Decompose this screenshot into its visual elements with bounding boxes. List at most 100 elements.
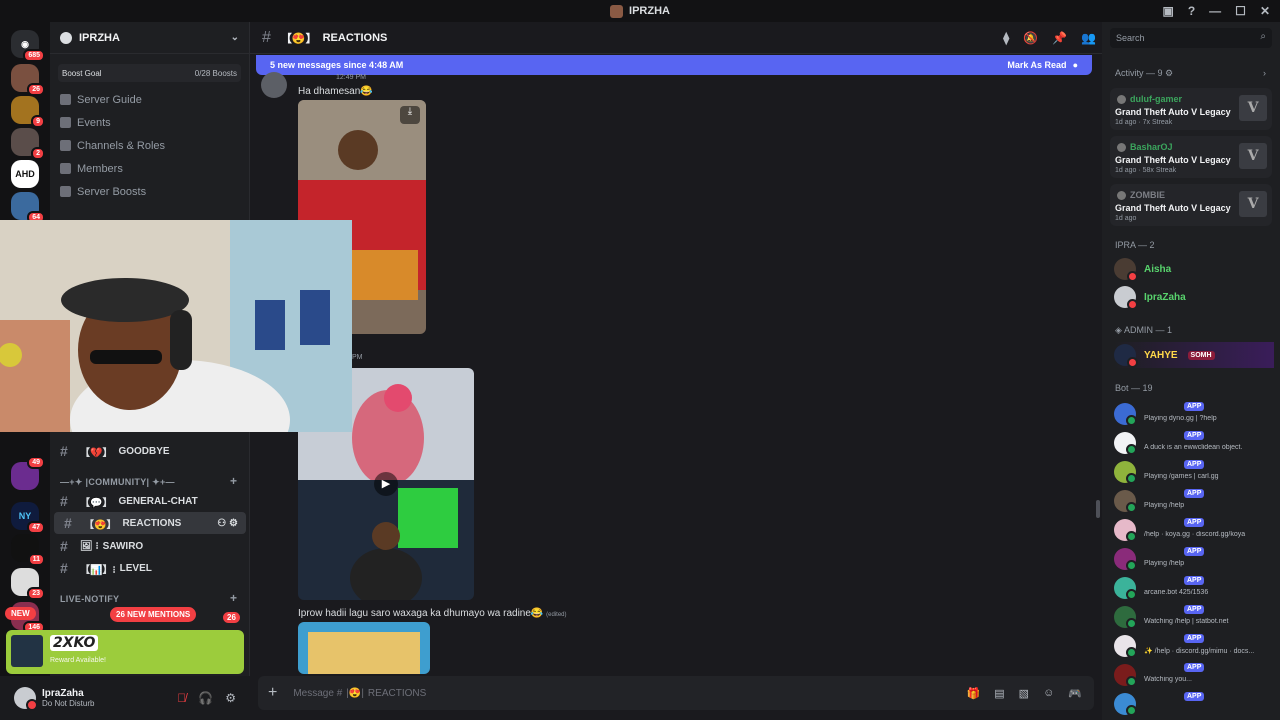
chevron-down-icon: ⌄: [230, 32, 239, 43]
add-channel-icon[interactable]: +: [230, 474, 237, 488]
bot-member[interactable]: APP: [1114, 690, 1274, 718]
role-header: Bot — 19: [1115, 383, 1153, 393]
server-icon[interactable]: 26: [11, 64, 45, 96]
emoji-icon[interactable]: ☺: [1043, 687, 1054, 700]
message-input[interactable]: + Message # |😍| REACTIONS 🎁 ▤ ▧ ☺ 🎮: [258, 676, 1094, 710]
new-badge: NEW: [5, 607, 36, 620]
calendar-icon: [60, 117, 71, 128]
inbox-icon[interactable]: ▣: [1162, 4, 1173, 18]
chevron-right-icon: ›: [1263, 68, 1266, 78]
bell-muted-icon[interactable]: 🔕: [1023, 31, 1038, 45]
nav-events[interactable]: Events: [50, 111, 249, 134]
help-icon[interactable]: ?: [1188, 4, 1195, 18]
gear-icon[interactable]: ⚙: [225, 691, 236, 705]
promo-banner[interactable]: 2XKO Reward Available!: [6, 630, 244, 674]
nav-server-boosts[interactable]: Server Boosts: [50, 180, 249, 203]
minimize-button[interactable]: —: [1209, 4, 1221, 18]
add-attachment-icon[interactable]: +: [268, 684, 277, 702]
server-icon[interactable]: AHD: [11, 160, 39, 188]
header-toolbar: ⧫ 🔕 📌 👥: [1003, 31, 1102, 45]
channel-goodbye[interactable]: # 【💔】 GOODBYE: [50, 440, 250, 462]
window-controls: ▣ ? — ☐ ✕: [1162, 0, 1280, 22]
app-badge: APP: [1184, 576, 1205, 585]
server-icon[interactable]: 2: [11, 128, 45, 160]
activity-icon[interactable]: 🎮: [1068, 687, 1082, 700]
bot-member[interactable]: APP Playing dyno.gg | ?help: [1114, 400, 1274, 428]
member-item[interactable]: IpraZaha: [1114, 286, 1186, 310]
pin-icon[interactable]: 📌: [1052, 31, 1067, 45]
mentions-count-badge: 26: [223, 612, 240, 623]
play-icon[interactable]: ▶: [374, 472, 398, 496]
server-icon[interactable]: 23: [11, 568, 45, 600]
guide-icon: [60, 94, 71, 105]
activity-card[interactable]: duluf-gamer Grand Theft Auto V Legacy 1d…: [1110, 88, 1272, 130]
member-item[interactable]: YAHYE SOMH: [1114, 342, 1274, 368]
webcam-feed: [0, 220, 352, 432]
new-mentions-pill[interactable]: 26 NEW MENTIONS: [110, 607, 197, 622]
bot-member[interactable]: APP Playing /games | carl.gg: [1114, 458, 1274, 486]
close-button[interactable]: ✕: [1260, 4, 1270, 18]
boost-goal[interactable]: Boost Goal 0/28 Boosts: [58, 64, 241, 82]
mark-as-read-button[interactable]: Mark As Read: [1007, 60, 1066, 70]
download-icon[interactable]: ⤓: [400, 106, 420, 124]
new-messages-bar[interactable]: 5 new messages since 4:48 AM Mark As Rea…: [256, 55, 1092, 75]
invite-settings-icons[interactable]: ⚇ ⚙: [217, 518, 238, 529]
avatar: [1117, 143, 1126, 152]
bot-member[interactable]: APP Playing /help: [1114, 545, 1274, 573]
category-live-notify[interactable]: LIVE-NOTIFY +: [60, 591, 237, 605]
gift-icon[interactable]: 🎁: [967, 687, 981, 700]
server-icon[interactable]: 9: [11, 96, 45, 128]
gif-icon[interactable]: ▤: [994, 687, 1004, 700]
sticker-icon[interactable]: ▧: [1019, 687, 1029, 700]
user-status: Do Not Disturb: [42, 699, 95, 708]
member-list-icon[interactable]: 👥: [1081, 31, 1096, 45]
dm-home-button[interactable]: ◉ 685: [11, 30, 45, 62]
bot-member[interactable]: APP Watching you...: [1114, 661, 1274, 689]
channel-level[interactable]: # 【📊】⁝ LEVEL: [50, 557, 250, 579]
headphones-icon[interactable]: 🎧: [198, 691, 213, 705]
server-icon[interactable]: 11: [11, 534, 45, 566]
search-icon: ⌕: [1260, 31, 1266, 42]
nav-channels-roles[interactable]: Channels & Roles: [50, 134, 249, 157]
avatar: [1114, 490, 1137, 513]
avatar: [1114, 461, 1137, 484]
image-icon: 🖼 ⁝: [80, 540, 99, 552]
server-header[interactable]: IPRZHA ⌄: [50, 22, 249, 54]
server-icon: [610, 4, 624, 18]
star-eyes-icon: |😍|: [346, 687, 364, 699]
avatar: [1114, 635, 1137, 658]
search-input[interactable]: Search ⌕: [1110, 28, 1272, 48]
avatar[interactable]: [261, 72, 287, 98]
nav-server-guide[interactable]: Server Guide: [50, 88, 249, 111]
category-community[interactable]: —+✦ |COMMUNITY| ✦+— +: [60, 474, 237, 488]
channel-reactions[interactable]: # 【😍】 REACTIONS ⚇ ⚙: [54, 512, 246, 534]
nav-members[interactable]: Members: [50, 157, 249, 180]
image-attachment[interactable]: [298, 622, 430, 674]
server-icon[interactable]: 64: [11, 192, 45, 224]
threads-icon[interactable]: ⧫: [1003, 31, 1009, 45]
bot-member[interactable]: APP ✨ /help · discord.gg/mimu · docs...: [1114, 632, 1274, 660]
server-icon[interactable]: 49: [11, 456, 45, 490]
bot-member[interactable]: APP arcane.bot 425/1536: [1114, 574, 1274, 602]
message-timestamp: PM: [352, 354, 363, 361]
bot-member[interactable]: APP/help · koya.gg · discord.gg/koya: [1114, 516, 1274, 544]
input-toolbar: 🎁 ▤ ▧ ☺ 🎮: [967, 687, 1094, 700]
channel-sawiro[interactable]: # 🖼 ⁝ SAWIRO: [50, 535, 250, 557]
maximize-button[interactable]: ☐: [1235, 4, 1246, 18]
member-item[interactable]: Aisha: [1114, 258, 1171, 282]
mic-muted-icon[interactable]: 🎙̸: [177, 691, 186, 705]
server-icon[interactable]: NY 47: [11, 502, 45, 534]
avatar: [1117, 95, 1126, 104]
activity-header[interactable]: Activity — 9 ⚙ ›: [1115, 68, 1266, 79]
member-list: Search ⌕ Activity — 9 ⚙ › duluf-gamer Gra…: [1102, 22, 1280, 720]
bot-member[interactable]: APP A duck is an ewwclidean object.: [1114, 429, 1274, 457]
activity-card[interactable]: ZOMBIE Grand Theft Auto V Legacy 1d ago …: [1110, 184, 1272, 226]
chat-scrollbar[interactable]: [1096, 500, 1100, 518]
avatar: [1114, 519, 1137, 542]
activity-card[interactable]: BasharOJ Grand Theft Auto V Legacy 1d ag…: [1110, 136, 1272, 178]
bot-member[interactable]: APP Watching /help | statbot.net: [1114, 603, 1274, 631]
add-channel-icon[interactable]: +: [230, 591, 237, 605]
bot-member[interactable]: APP Playing /help: [1114, 487, 1274, 515]
channel-general-chat[interactable]: # 【💬】 GENERAL-CHAT: [50, 490, 250, 512]
avatar[interactable]: [14, 687, 38, 711]
